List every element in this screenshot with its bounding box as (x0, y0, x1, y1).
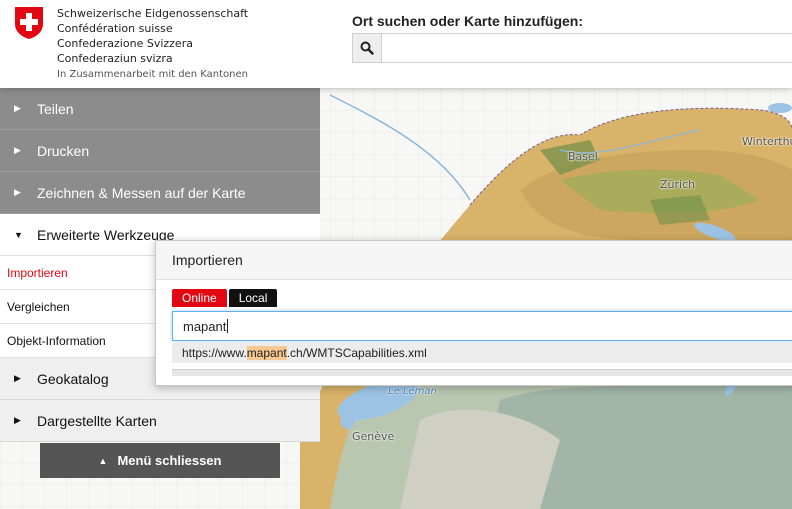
menu-item-label: Geokatalog (37, 370, 109, 387)
map-label-geneve: Genève (352, 430, 395, 443)
confederation-de: Schweizerische Eidgenossenschaft (57, 7, 249, 20)
triangle-up-icon: ▲ (98, 455, 108, 466)
triangle-right-icon: ▶ (14, 103, 21, 113)
text-cursor (227, 319, 229, 333)
search-bar (352, 33, 792, 63)
suggestion-suffix: .ch/WMTSCapabilities.xml (286, 346, 427, 360)
url-input-value: mapant (183, 318, 227, 334)
map-label-basel: Basel (568, 150, 598, 163)
triangle-right-icon: ▶ (14, 145, 21, 155)
triangle-right-icon: ▶ (14, 373, 21, 383)
menu-item-drucken[interactable]: ▶ Drucken (0, 130, 320, 172)
search-button[interactable] (352, 33, 382, 63)
confederation-names: Schweizerische Eidgenossenschaft Confédé… (57, 6, 248, 66)
import-dialog: Importieren Online Local mapant https://… (155, 240, 792, 386)
tab-local[interactable]: Local (228, 289, 278, 307)
confederation-it: Confederazione Svizzera (57, 37, 193, 50)
menu-item-label: Dargestellte Karten (37, 412, 157, 429)
confederation-fr: Confédération suisse (57, 22, 173, 35)
triangle-down-icon: ▼ (14, 229, 23, 240)
search-input[interactable] (381, 33, 792, 63)
map-label-zurich: Zürich (660, 178, 696, 191)
menu-item-label: Drucken (37, 142, 90, 159)
cooperation-note: In Zusammenarbeit mit den Kantonen (57, 69, 248, 80)
import-tabs: Online Local (172, 289, 279, 307)
dialog-title: Importieren (156, 241, 792, 280)
suggestion-prefix: https://www. (182, 346, 247, 360)
menu-item-label: Zeichnen & Messen auf der Karte (37, 184, 246, 201)
menu-item-zeichnen[interactable]: ▶ Zeichnen & Messen auf der Karte (0, 172, 320, 214)
magnifier-icon (360, 41, 374, 55)
tab-online[interactable]: Online (172, 289, 227, 307)
search-label: Ort suchen oder Karte hinzufügen: (352, 13, 584, 29)
map-label-lake-leman: Le Léman (388, 386, 437, 397)
url-suggestion[interactable]: https://www. mapant .ch/WMTSCapabilities.x… (172, 343, 792, 363)
triangle-right-icon: ▶ (14, 415, 21, 425)
confederation-rm: Confederaziun svizra (57, 52, 173, 65)
app-header: Schweizerische Eidgenossenschaft Confédé… (0, 0, 792, 88)
menu-item-teilen[interactable]: ▶ Teilen (0, 88, 320, 130)
map-label-winterthur: Winterthur (742, 135, 792, 148)
triangle-right-icon: ▶ (14, 187, 21, 197)
swiss-coat-of-arms-icon (15, 7, 43, 39)
close-menu-button[interactable]: ▲ Menü schliessen (40, 443, 280, 478)
url-input[interactable]: mapant (172, 311, 792, 341)
menu-item-dargestellte-karten[interactable]: ▶ Dargestellte Karten (0, 400, 320, 442)
menu-item-label: Erweiterte Werkzeuge (37, 226, 175, 243)
close-menu-label: Menü schliessen (117, 453, 222, 468)
suggestion-scrollbar[interactable] (172, 369, 792, 376)
menu-item-label: Teilen (37, 100, 74, 117)
suggestion-match: mapant (246, 346, 287, 360)
